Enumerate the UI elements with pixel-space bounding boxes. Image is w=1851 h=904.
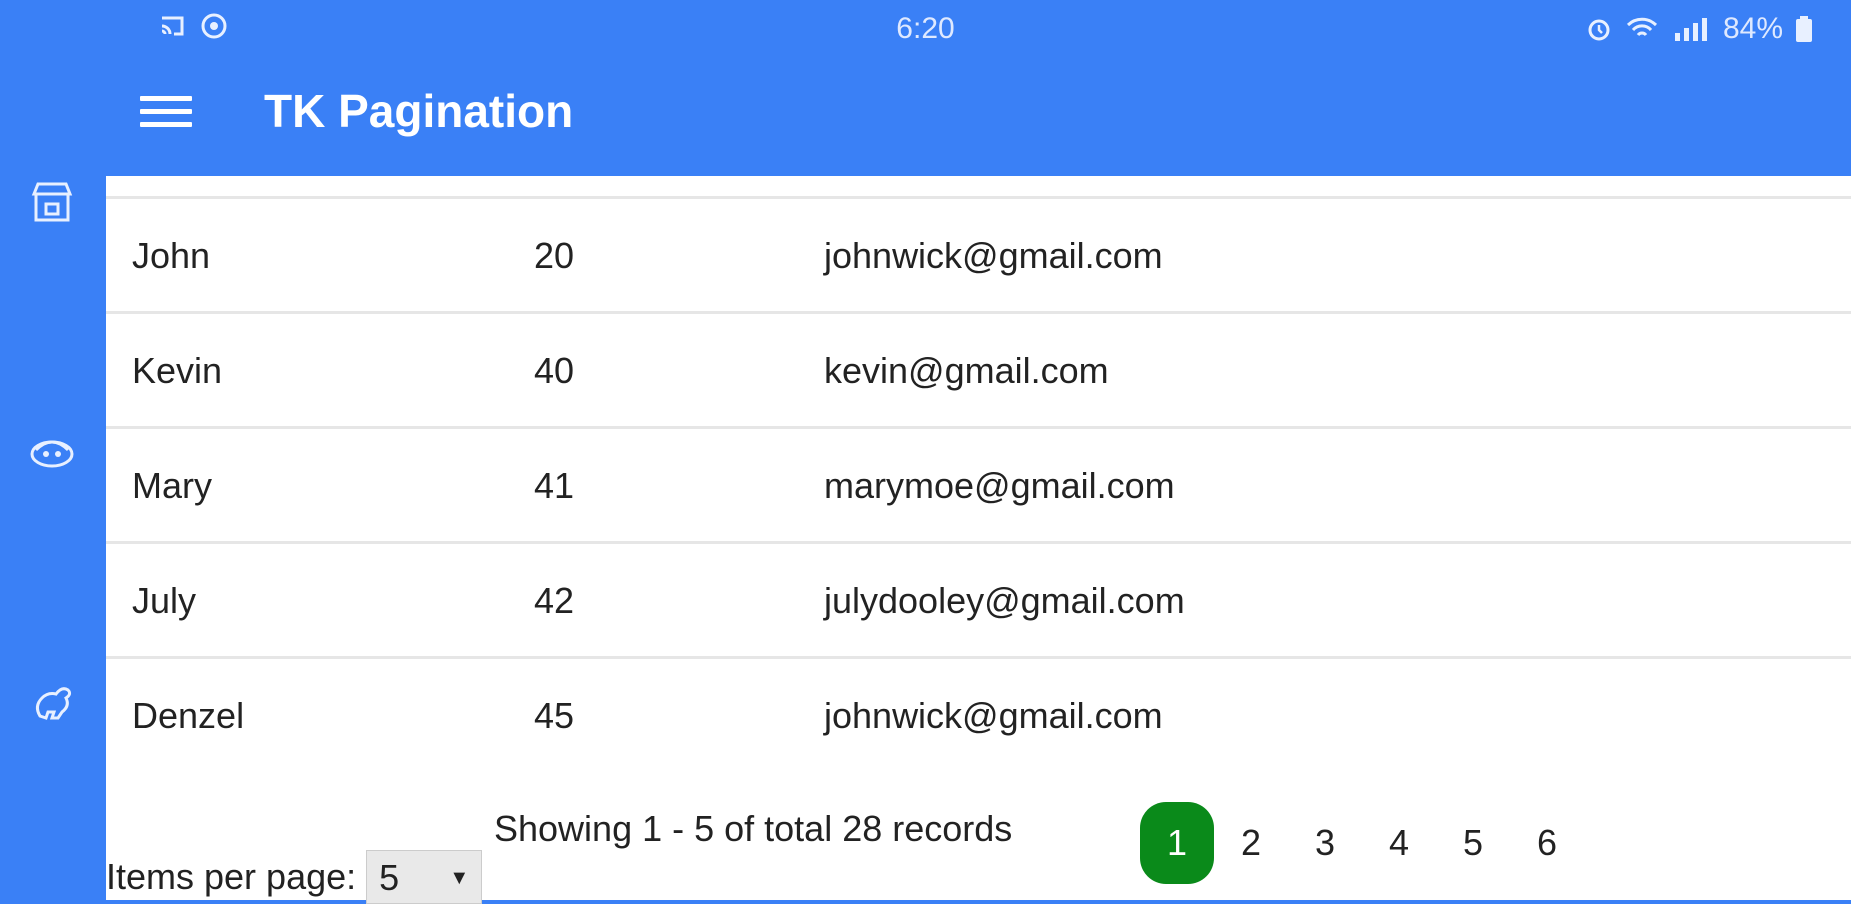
- name-cell: Denzel: [132, 695, 245, 736]
- age-cell: 40: [534, 350, 575, 391]
- app-bar: TK Pagination: [0, 58, 1851, 176]
- table-row[interactable]: Mary 41 marymoe@gmail.com: [106, 429, 1851, 544]
- items-per-page-value: 5: [379, 857, 400, 898]
- email-cell: johnwick@gmail.com: [824, 235, 1163, 276]
- pagination: 1 2 3 4 5 6: [1140, 802, 1584, 884]
- page-button-2[interactable]: 2: [1214, 803, 1288, 883]
- items-per-page: Items per page: 5 ▼: [106, 850, 483, 904]
- page-button-5[interactable]: 5: [1436, 803, 1510, 883]
- page-button-1[interactable]: 1: [1140, 802, 1214, 884]
- app-title: TK Pagination: [264, 85, 574, 137]
- email-cell: marymoe@gmail.com: [824, 465, 1175, 506]
- dinosaur-icon[interactable]: [26, 676, 78, 728]
- name-cell: July: [132, 580, 197, 621]
- age-cell: 42: [534, 580, 575, 621]
- items-per-page-label: Items per page:: [106, 856, 357, 897]
- name-cell: Mary: [132, 465, 212, 506]
- age-cell: 41: [534, 465, 575, 506]
- hamburger-menu-icon[interactable]: [140, 96, 192, 136]
- name-cell: John: [132, 235, 211, 276]
- store-icon[interactable]: [26, 176, 78, 228]
- email-cell: kevin@gmail.com: [824, 350, 1109, 391]
- name-cell: Kevin: [132, 350, 223, 391]
- email-cell: johnwick@gmail.com: [824, 695, 1163, 736]
- status-bar: 6:20 84%: [0, 0, 1851, 58]
- age-cell: 20: [534, 235, 575, 276]
- side-rail: [0, 176, 106, 900]
- age-cell: 45: [534, 695, 575, 736]
- battery-icon: [1796, 16, 1812, 42]
- dropdown-arrow-icon: ▼: [449, 867, 470, 889]
- table-row[interactable]: July 42 julydooley@gmail.com: [106, 544, 1851, 659]
- records-summary: Showing 1 - 5 of total 28 records: [494, 808, 1013, 849]
- battery-percentage: 84%: [1722, 12, 1783, 45]
- status-right-icons: 84%: [1585, 12, 1813, 46]
- alarm-icon: [1588, 19, 1610, 41]
- status-time: 6:20: [896, 12, 955, 45]
- page-button-6[interactable]: 6: [1510, 803, 1584, 883]
- email-cell: julydooley@gmail.com: [824, 580, 1185, 621]
- wifi-icon: [1626, 17, 1658, 37]
- page-button-3[interactable]: 3: [1288, 803, 1362, 883]
- content-panel: John 20 johnwick@gmail.com Kevin 40 kevi…: [106, 176, 1851, 904]
- cake-icon[interactable]: [26, 426, 78, 478]
- table-row[interactable]: John 20 johnwick@gmail.com: [106, 199, 1851, 314]
- signal-icon: [1674, 18, 1707, 41]
- table-row[interactable]: Kevin 40 kevin@gmail.com: [106, 314, 1851, 429]
- items-per-page-select[interactable]: 5 ▼: [366, 850, 483, 904]
- table-row[interactable]: Denzel 45 johnwick@gmail.com: [106, 659, 1851, 774]
- page-button-4[interactable]: 4: [1362, 803, 1436, 883]
